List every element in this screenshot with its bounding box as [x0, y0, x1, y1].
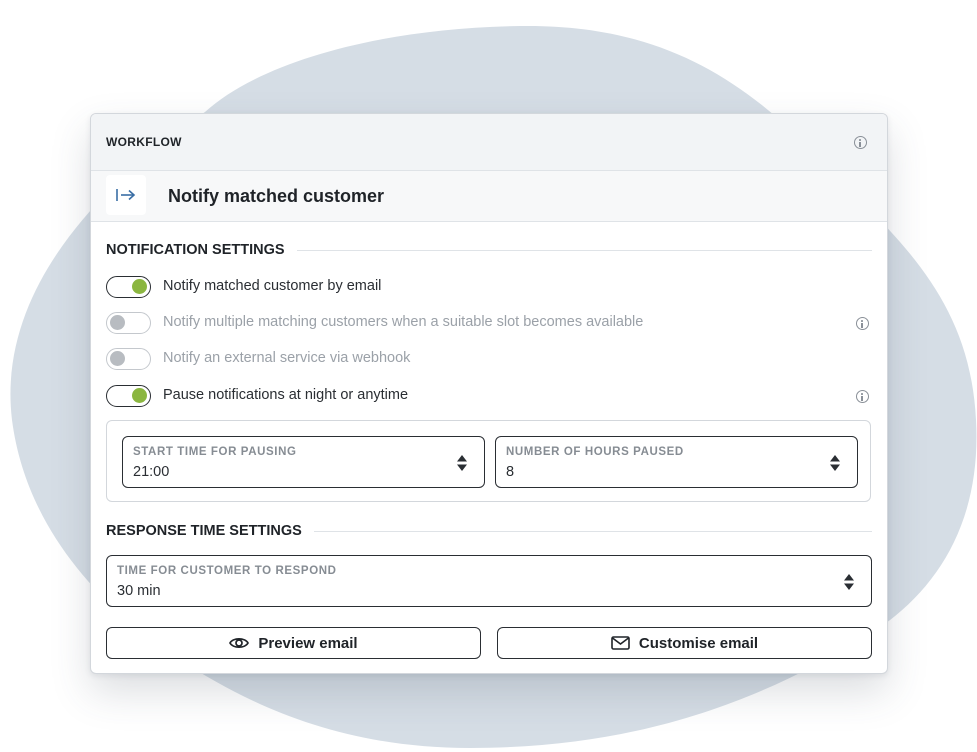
divider: [296, 249, 872, 251]
start-time-select[interactable]: START TIME FOR PAUSING 21:00: [122, 436, 485, 488]
webhook-toggle[interactable]: [106, 348, 151, 370]
toggle-row-webhook: Notify an external service via webhook: [106, 347, 872, 371]
preview-email-label: Preview email: [258, 634, 358, 652]
response-settings-heading: RESPONSE TIME SETTINGS: [106, 523, 872, 539]
info-icon[interactable]: [856, 317, 869, 330]
response-time-select[interactable]: TIME FOR CUSTOMER TO RESPOND 30 min: [106, 555, 872, 607]
workflow-title-row: Notify matched customer: [91, 171, 887, 222]
customise-email-label: Customise email: [638, 634, 759, 652]
toggle-row-email: Notify matched customer by email: [106, 275, 872, 299]
envelope-icon: [611, 636, 630, 650]
customise-email-button[interactable]: Customise email: [497, 627, 872, 659]
multiple-customers-toggle[interactable]: [106, 312, 151, 334]
pause-toggle[interactable]: [106, 385, 151, 407]
response-time-value: 30 min: [117, 583, 161, 599]
info-icon[interactable]: [856, 390, 869, 403]
hours-paused-value: 8: [506, 464, 515, 480]
webhook-toggle-label: Notify an external service via webhook: [163, 350, 411, 366]
start-time-label: START TIME FOR PAUSING: [133, 446, 297, 458]
sort-updown-icon: [844, 574, 854, 590]
preview-email-button[interactable]: Preview email: [106, 627, 481, 659]
eye-icon: [229, 638, 250, 648]
arrow-right-from-line-icon: [116, 189, 136, 201]
multiple-customers-toggle-label: Notify multiple matching customers when …: [163, 314, 644, 330]
toggle-row-pause: Pause notifications at night or anytime: [106, 384, 872, 408]
response-settings-heading-text: RESPONSE TIME SETTINGS: [106, 523, 302, 539]
hours-paused-label: NUMBER OF HOURS PAUSED: [506, 446, 684, 458]
workflow-card: WORKFLOW Notify matched customer NOTIFIC…: [90, 113, 888, 674]
pause-settings-box: START TIME FOR PAUSING 21:00 NUMBER OF H…: [106, 420, 871, 502]
toggle-row-multiple: Notify multiple matching customers when …: [106, 311, 872, 335]
email-toggle[interactable]: [106, 276, 151, 298]
card-header: WORKFLOW: [91, 114, 887, 171]
pause-toggle-label: Pause notifications at night or anytime: [163, 387, 409, 403]
toggle-knob: [110, 351, 125, 366]
sort-updown-icon: [457, 455, 467, 471]
toggle-knob: [132, 279, 147, 294]
email-toggle-label: Notify matched customer by email: [163, 278, 382, 294]
page-title: Notify matched customer: [168, 186, 385, 206]
sort-updown-icon: [830, 455, 840, 471]
workflow-label: WORKFLOW: [106, 135, 182, 149]
hours-paused-select[interactable]: NUMBER OF HOURS PAUSED 8: [495, 436, 858, 488]
start-time-value: 21:00: [133, 464, 170, 480]
info-icon[interactable]: [854, 136, 867, 149]
notification-settings-heading-text: NOTIFICATION SETTINGS: [106, 242, 285, 258]
workflow-step-icon-box: [106, 175, 146, 215]
toggle-knob: [132, 388, 147, 403]
toggle-knob: [110, 315, 125, 330]
notification-settings-heading: NOTIFICATION SETTINGS: [106, 242, 872, 258]
divider: [313, 530, 872, 532]
response-time-label: TIME FOR CUSTOMER TO RESPOND: [117, 565, 337, 577]
